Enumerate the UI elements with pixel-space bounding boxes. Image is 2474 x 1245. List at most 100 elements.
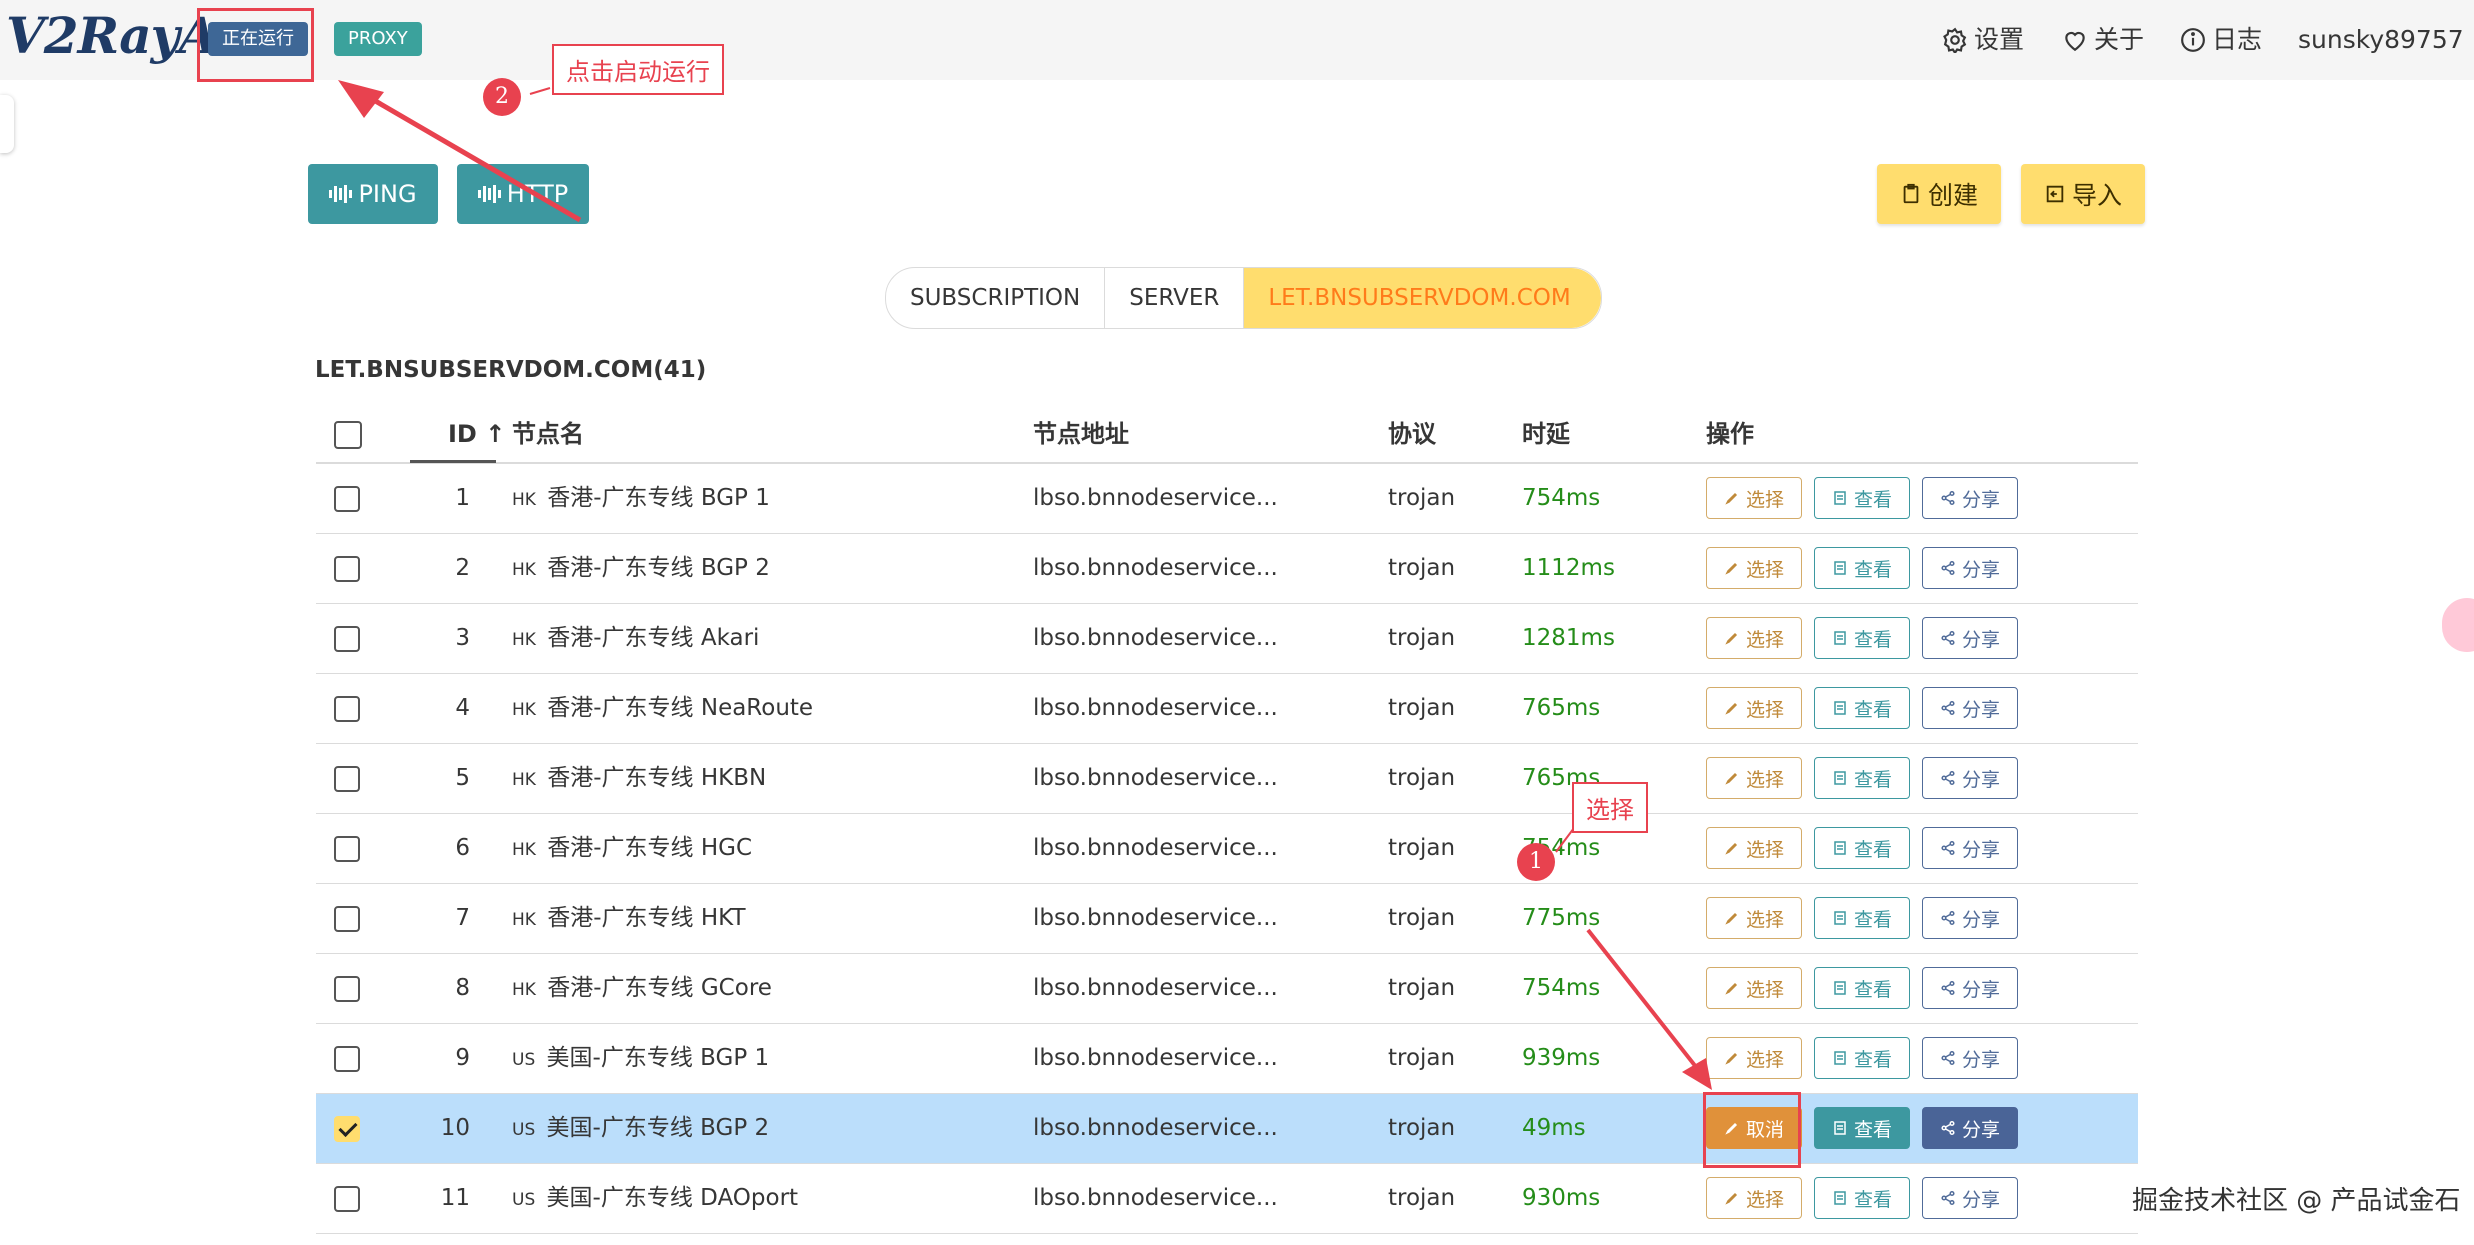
document-icon [1834, 561, 1846, 575]
view-button[interactable]: 查看 [1814, 897, 1910, 939]
select-button[interactable]: 选择 [1706, 1037, 1802, 1079]
node-name-text: 香港-广东专线 NeaRoute [547, 695, 814, 721]
tab-subscription[interactable]: SUBSCRIPTION [886, 268, 1106, 328]
share-icon [1941, 1050, 1955, 1066]
row-checkbox[interactable] [334, 906, 360, 932]
import-button[interactable]: 导入 [2021, 164, 2145, 224]
side-drawer-handle[interactable] [0, 95, 14, 153]
table-row[interactable]: 7 HK 香港-广东专线 HKT lbso.bnnodeservice... troj… [316, 884, 2138, 954]
user-menu[interactable]: sunsky89757 [2298, 20, 2474, 60]
share-button[interactable]: 分享 [1922, 757, 2018, 799]
row-checkbox[interactable] [334, 976, 360, 1002]
select-button[interactable]: 选择 [1706, 827, 1802, 869]
action-label: 查看 [1853, 698, 1892, 721]
tab-server[interactable]: SERVER [1105, 268, 1245, 328]
view-button[interactable]: 查看 [1814, 477, 1910, 519]
row-latency: 754ms [1522, 485, 1601, 511]
view-button[interactable]: 查看 [1814, 757, 1910, 799]
table-row[interactable]: 8 HK 香港-广东专线 GCore lbso.bnnodeservice... tr… [316, 954, 2138, 1024]
row-address: lbso.bnnodeservice... [1033, 485, 1278, 511]
nav-logs[interactable]: 日志 [2180, 20, 2262, 60]
pencil-icon [1725, 702, 1738, 715]
view-button[interactable]: 查看 [1814, 617, 1910, 659]
tab-let-bnsubservdom[interactable]: LET.BNSUBSERVDOM.COM [1244, 268, 1601, 328]
table-row[interactable]: 4 HK 香港-广东专线 NeaRoute lbso.bnnodeservice..… [316, 674, 2138, 744]
select-button[interactable]: 选择 [1706, 617, 1802, 659]
row-id: 11 [440, 1185, 470, 1211]
table-row[interactable]: 6 HK 香港-广东专线 HGC lbso.bnnodeservice... troj… [316, 814, 2138, 884]
select-button[interactable]: 选择 [1706, 547, 1802, 589]
pencil-icon [1725, 982, 1738, 995]
app-logo[interactable]: V2RayA [6, 6, 218, 65]
view-button[interactable]: 查看 [1814, 967, 1910, 1009]
share-button[interactable]: 分享 [1922, 827, 2018, 869]
row-checkbox[interactable] [334, 836, 360, 862]
view-button[interactable]: 查看 [1814, 1177, 1910, 1219]
view-button[interactable]: 查看 [1814, 827, 1910, 869]
row-address: lbso.bnnodeservice... [1033, 765, 1278, 791]
share-button[interactable]: 分享 [1922, 1037, 2018, 1079]
share-button[interactable]: 分享 [1922, 547, 2018, 589]
column-address: 节点地址 [1033, 420, 1129, 448]
row-latency: 1281ms [1522, 625, 1615, 651]
row-checkbox[interactable] [334, 1186, 360, 1212]
select-button[interactable]: 选择 [1706, 1177, 1802, 1219]
view-button[interactable]: 查看 [1814, 687, 1910, 729]
flag-icon: HK [512, 980, 536, 1000]
share-icon [1941, 1120, 1955, 1136]
view-button[interactable]: 查看 [1814, 1037, 1910, 1079]
select-button[interactable]: 选择 [1706, 967, 1802, 1009]
action-label: 查看 [1853, 978, 1892, 1001]
ping-button[interactable]: PING [308, 164, 438, 224]
table-row[interactable]: 1 HK 香港-广东专线 BGP 1 lbso.bnnodeservice... tr… [316, 464, 2138, 534]
nav-about[interactable]: 关于 [2062, 20, 2144, 60]
select-button[interactable]: 选择 [1706, 687, 1802, 729]
row-latency: 930ms [1522, 1185, 1601, 1211]
share-button[interactable]: 分享 [1922, 477, 2018, 519]
node-name-text: 香港-广东专线 Akari [547, 625, 760, 651]
view-button[interactable]: 查看 [1814, 1107, 1910, 1149]
table-row[interactable]: 10 US 美国-广东专线 BGP 2 lbso.bnnodeservice... t… [316, 1094, 2138, 1164]
table-row[interactable]: 11 US 美国-广东专线 DAOport lbso.bnnodeservice..… [316, 1164, 2138, 1234]
select-button[interactable]: 选择 [1706, 757, 1802, 799]
table-row[interactable]: 9 US 美国-广东专线 BGP 1 lbso.bnnodeservice... tr… [316, 1024, 2138, 1094]
document-icon [1834, 1191, 1846, 1205]
table-row[interactable]: 3 HK 香港-广东专线 Akari lbso.bnnodeservice... tr… [316, 604, 2138, 674]
row-checkbox[interactable] [334, 766, 360, 792]
view-button[interactable]: 查看 [1814, 547, 1910, 589]
action-label: 选择 [1745, 698, 1784, 721]
table-row[interactable]: 5 HK 香港-广东专线 HKBN lbso.bnnodeservice... tro… [316, 744, 2138, 814]
row-checkbox[interactable] [334, 1116, 360, 1142]
row-checkbox[interactable] [334, 1046, 360, 1072]
row-checkbox[interactable] [334, 696, 360, 722]
select-button[interactable]: 选择 [1706, 477, 1802, 519]
share-button[interactable]: 分享 [1922, 897, 2018, 939]
action-label: 选择 [1745, 768, 1784, 791]
row-protocol: trojan [1388, 695, 1456, 721]
floating-helper-button[interactable] [2442, 598, 2474, 652]
node-name-text: 美国-广东专线 BGP 2 [546, 1115, 770, 1141]
row-latency: 775ms [1522, 905, 1601, 931]
share-button[interactable]: 分享 [1922, 617, 2018, 659]
http-button[interactable]: HTTP [457, 164, 589, 224]
nav-settings[interactable]: 设置 [1942, 20, 2024, 60]
row-checkbox[interactable] [334, 486, 360, 512]
share-button[interactable]: 分享 [1922, 1177, 2018, 1219]
create-button[interactable]: 创建 [1877, 164, 2001, 224]
row-checkbox[interactable] [334, 556, 360, 582]
select-all-checkbox[interactable] [334, 421, 362, 449]
flag-icon: HK [512, 560, 536, 580]
action-label: 查看 [1853, 488, 1892, 511]
row-checkbox[interactable] [334, 626, 360, 652]
action-label: 分享 [1961, 838, 2000, 861]
share-button[interactable]: 分享 [1922, 687, 2018, 729]
node-name-text: 香港-广东专线 HGC [547, 835, 753, 861]
share-button[interactable]: 分享 [1922, 1107, 2018, 1149]
table-row[interactable]: 2 HK 香港-广东专线 BGP 2 lbso.bnnodeservice... tr… [316, 534, 2138, 604]
select-button[interactable]: 选择 [1706, 897, 1802, 939]
share-button[interactable]: 分享 [1922, 967, 2018, 1009]
row-node-name: HK 香港-广东专线 HGC [512, 814, 752, 885]
row-latency: 765ms [1522, 695, 1601, 721]
column-id[interactable]: ID ↑ [448, 410, 505, 458]
share-icon [1941, 630, 1955, 646]
